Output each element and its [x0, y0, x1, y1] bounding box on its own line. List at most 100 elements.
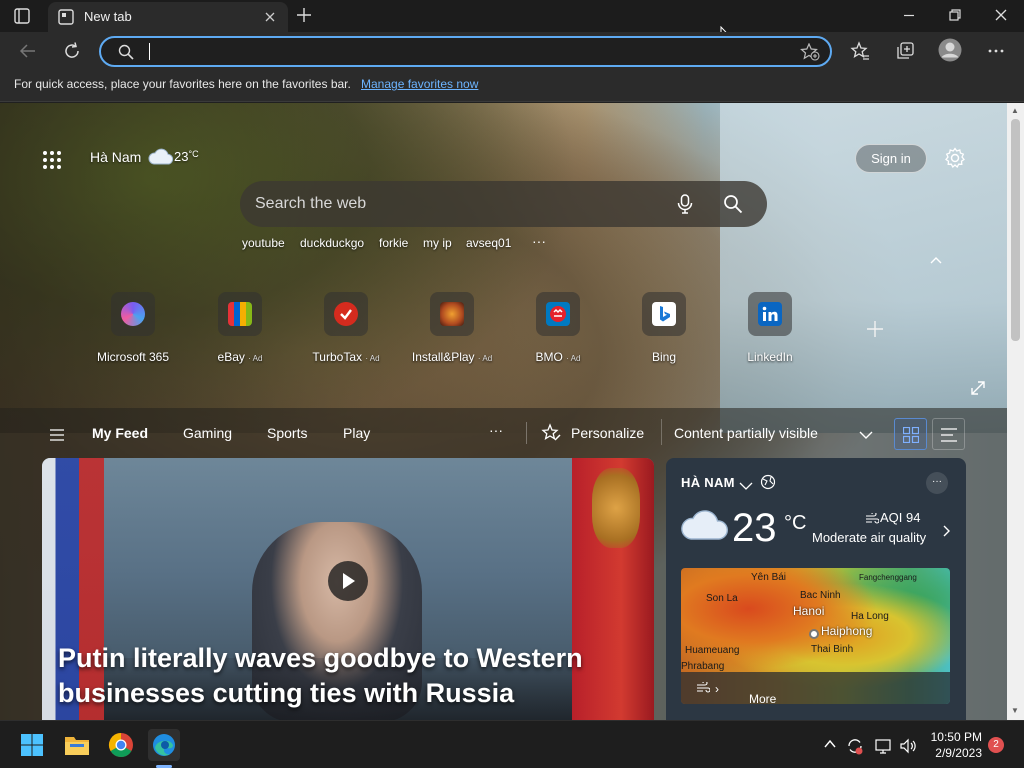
- more-feed-tabs-button[interactable]: ···: [489, 422, 503, 438]
- top-site-bing[interactable]: Bing: [609, 292, 719, 364]
- edge-button[interactable]: [148, 729, 180, 761]
- expand-background-icon[interactable]: [971, 381, 985, 400]
- weather-location[interactable]: HÀ NAM: [681, 475, 735, 490]
- air-quality-map[interactable]: Yên Bái Fangchenggang Son La Bac Ninh Ha…: [681, 568, 950, 704]
- web-search-box[interactable]: Search the web: [240, 181, 767, 227]
- microphone-icon[interactable]: [677, 194, 693, 219]
- manage-favorites-link[interactable]: Manage favorites now: [361, 77, 478, 91]
- personalize-button[interactable]: Personalize: [571, 425, 644, 441]
- map-label: Yên Bái: [751, 572, 787, 583]
- weather-summary[interactable]: Hà Nam 23°C: [90, 148, 199, 165]
- search-icon[interactable]: [723, 194, 743, 219]
- system-clock[interactable]: 10:50 PM 2/9/2023: [930, 729, 982, 761]
- cloudy-icon: [148, 148, 174, 169]
- temperature-unit: °C: [784, 512, 807, 534]
- collections-icon[interactable]: [895, 41, 915, 66]
- scrollbar-thumb[interactable]: [1011, 119, 1020, 341]
- tab-new-tab[interactable]: New tab: [48, 2, 288, 32]
- tile-label: Microsoft 365: [96, 350, 170, 364]
- personalize-icon[interactable]: [541, 423, 561, 446]
- grid-layout-button[interactable]: [894, 418, 927, 450]
- chevron-down-icon[interactable]: [739, 478, 753, 496]
- page-settings-icon[interactable]: [944, 147, 966, 174]
- tab-title: New tab: [84, 9, 132, 24]
- browser-toolbar: [0, 32, 1024, 70]
- chrome-button[interactable]: [105, 729, 137, 761]
- quick-link-duckduckgo[interactable]: duckduckgo: [300, 236, 364, 250]
- network-icon[interactable]: [874, 737, 892, 760]
- quick-link-my-ip[interactable]: my ip: [423, 236, 452, 250]
- tile-icon-box: [218, 292, 262, 336]
- restore-button[interactable]: [948, 8, 962, 27]
- map-label: Huameuang: [685, 645, 740, 656]
- top-site-turbotax[interactable]: TurboTax · Ad: [291, 292, 401, 364]
- start-button[interactable]: [16, 729, 48, 761]
- feed-navigation: My Feed Gaming Sports Play ··· Personali…: [0, 409, 1007, 454]
- feed-menu-icon[interactable]: [50, 428, 64, 444]
- tile-label: Bing: [651, 350, 677, 364]
- back-button[interactable]: [18, 41, 38, 66]
- chevron-down-icon[interactable]: [859, 427, 873, 443]
- scroll-down-arrow-icon[interactable]: ▼: [1011, 706, 1019, 715]
- show-hidden-icons-icon[interactable]: [823, 737, 837, 756]
- windows-taskbar: 10:50 PM 2/9/2023 2: [0, 720, 1024, 768]
- top-site-install-play[interactable]: Install&Play · Ad: [397, 292, 507, 364]
- minimize-button[interactable]: [902, 8, 916, 27]
- sign-in-button[interactable]: Sign in: [855, 144, 927, 173]
- add-site-icon[interactable]: [866, 320, 884, 343]
- weather-more-options-button[interactable]: ···: [926, 472, 948, 494]
- tile-label: BMO · Ad: [535, 350, 581, 364]
- aqi-value[interactable]: AQI 94: [880, 510, 920, 525]
- notification-badge[interactable]: 2: [988, 737, 1004, 753]
- bmo-icon: [546, 302, 570, 326]
- globe-icon[interactable]: [760, 474, 776, 495]
- scroll-up-arrow-icon[interactable]: ▲: [1011, 106, 1019, 115]
- address-bar[interactable]: [99, 36, 832, 67]
- app-launcher-icon[interactable]: [42, 150, 62, 175]
- quick-link-forkie[interactable]: forkie: [379, 236, 408, 250]
- tab-my-feed[interactable]: My Feed: [92, 425, 148, 441]
- title-bar: New tab: [0, 0, 1024, 45]
- top-site-linkedin[interactable]: LinkedIn: [715, 292, 825, 364]
- favorites-icon[interactable]: [850, 41, 870, 66]
- map-label: Hanoi: [793, 604, 825, 618]
- chevron-right-icon[interactable]: [943, 524, 951, 542]
- tab-sports[interactable]: Sports: [267, 425, 307, 441]
- tab-gaming[interactable]: Gaming: [183, 425, 232, 441]
- news-headline[interactable]: Putin literally waves goodbye to Western…: [58, 641, 618, 711]
- divider: [526, 422, 527, 444]
- grid-icon: [903, 427, 919, 443]
- map-label: Thai Binh: [811, 644, 854, 655]
- more-quick-links-button[interactable]: ···: [532, 233, 546, 249]
- volume-icon[interactable]: [899, 737, 917, 760]
- list-layout-button[interactable]: [932, 418, 965, 450]
- clock-time: 10:50 PM: [930, 730, 982, 744]
- ebay-icon: [228, 302, 252, 326]
- m365-icon: [121, 302, 145, 326]
- quick-link-avseq01[interactable]: avseq01: [466, 236, 511, 250]
- bing-icon: [652, 302, 676, 326]
- top-site-ebay[interactable]: eBay · Ad: [185, 292, 295, 364]
- top-site-bmo[interactable]: BMO · Ad: [503, 292, 613, 364]
- close-window-button[interactable]: [994, 8, 1008, 27]
- close-tab-icon[interactable]: [264, 10, 276, 28]
- tab-play[interactable]: Play: [343, 425, 370, 441]
- refresh-button[interactable]: [62, 41, 82, 66]
- collapse-chevron-up-icon[interactable]: [929, 253, 943, 272]
- content-visibility-dropdown[interactable]: Content partially visible: [661, 419, 881, 445]
- page-scrollbar[interactable]: ▲ ▼: [1007, 103, 1024, 720]
- quick-link-youtube[interactable]: youtube: [242, 236, 285, 250]
- play-video-button[interactable]: [328, 561, 368, 601]
- add-favorite-icon[interactable]: [800, 42, 820, 66]
- more-aq-info-link[interactable]: More AQ info nearby ›: [681, 672, 950, 704]
- hero-news-card[interactable]: Putin literally waves goodbye to Western…: [42, 458, 654, 720]
- sync-status-icon[interactable]: [846, 737, 864, 760]
- file-explorer-button[interactable]: [61, 729, 93, 761]
- profile-avatar[interactable]: [938, 38, 962, 67]
- installplay-icon: [440, 302, 464, 326]
- top-site-microsoft-365[interactable]: Microsoft 365: [78, 292, 188, 364]
- new-tab-button[interactable]: [296, 7, 312, 28]
- settings-and-more-icon[interactable]: [986, 41, 1006, 66]
- temperature-label: 23°C: [174, 149, 199, 164]
- tab-actions-menu[interactable]: [12, 6, 36, 26]
